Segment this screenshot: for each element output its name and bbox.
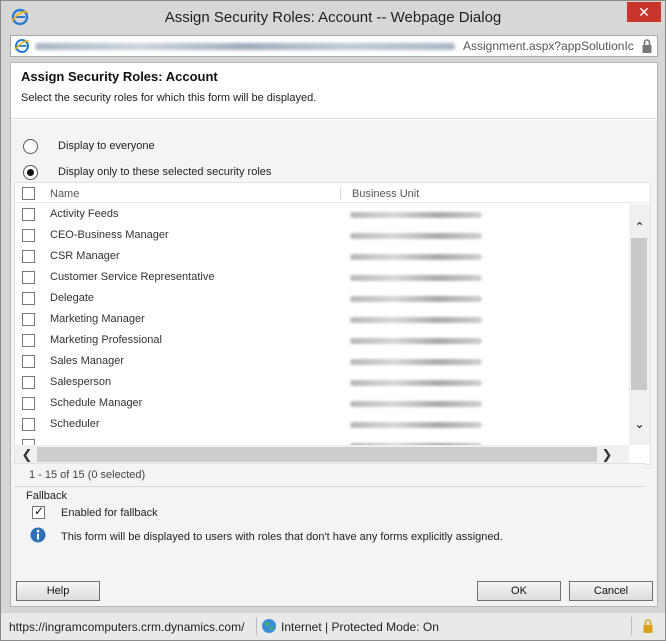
table-row[interactable]: Salesperson <box>15 372 629 393</box>
table-row[interactable]: Schedule Manager <box>15 393 629 414</box>
dialog-window: Assign Security Roles: Account -- Webpag… <box>0 0 666 641</box>
business-unit-blurred <box>350 338 482 344</box>
role-name: CEO-Business Manager <box>50 229 169 241</box>
status-bar: https://ingramcomputers.crm.dynamics.com… <box>1 612 665 640</box>
close-button[interactable]: ✕ <box>627 2 661 22</box>
grid-header: Name Business Unit <box>15 183 650 203</box>
status-lock-icon <box>643 619 653 633</box>
status-host: https://ingramcomputers.crm.dynamics.com… <box>9 620 245 634</box>
table-row[interactable]: Marketing Professional <box>15 330 629 351</box>
scroll-down-icon[interactable]: ⌄ <box>629 415 650 433</box>
grid-footer: 1 - 15 of 15 (0 selected) <box>14 463 645 485</box>
role-name: Marketing Manager <box>50 313 145 325</box>
row-checkbox[interactable] <box>22 250 35 263</box>
ok-button[interactable]: OK <box>477 581 561 601</box>
row-checkbox[interactable] <box>22 292 35 305</box>
business-unit-blurred <box>350 359 482 365</box>
role-name: Delegate <box>50 292 95 304</box>
horizontal-scrollbar[interactable]: ❮ ❯ <box>15 445 629 464</box>
table-row[interactable]: Marketing Manager <box>15 309 629 330</box>
dialog-header: Assign Security Roles: Account Select th… <box>11 63 657 119</box>
table-row[interactable]: Sales Manager <box>15 351 629 372</box>
window-title: Assign Security Roles: Account -- Webpag… <box>164 9 502 26</box>
business-unit-blurred <box>350 296 482 302</box>
select-all-checkbox[interactable] <box>22 187 35 200</box>
business-unit-blurred <box>350 401 482 407</box>
fallback-label[interactable]: Enabled for fallback <box>61 507 158 519</box>
table-row[interactable]: CEO-Business Manager <box>15 225 629 246</box>
row-checkbox[interactable] <box>22 397 35 410</box>
business-unit-blurred <box>350 317 482 323</box>
table-row[interactable]: CSR Manager <box>15 246 629 267</box>
vertical-scroll-thumb[interactable] <box>631 238 647 390</box>
column-separator[interactable] <box>340 186 341 200</box>
row-checkbox[interactable] <box>22 355 35 368</box>
security-zone: Internet | Protected Mode: On <box>281 620 439 634</box>
role-name: Schedule Manager <box>50 397 143 409</box>
dialog-description: Select the security roles for which this… <box>21 92 317 104</box>
globe-icon <box>262 619 276 633</box>
row-checkbox[interactable] <box>22 271 35 284</box>
title-bar: Assign Security Roles: Account -- Webpag… <box>1 1 665 33</box>
business-unit-blurred <box>350 254 482 260</box>
display-everyone-radio[interactable] <box>23 138 38 154</box>
row-checkbox[interactable] <box>22 229 35 242</box>
ie-page-icon <box>14 39 30 53</box>
display-everyone-label[interactable]: Display to everyone <box>58 140 155 152</box>
business-unit-blurred <box>350 212 482 218</box>
fallback-checkbox[interactable] <box>32 504 45 519</box>
horizontal-scroll-thumb[interactable] <box>37 447 597 462</box>
help-button[interactable]: Help <box>16 581 100 601</box>
table-row[interactable]: Customer Service Representative <box>15 267 629 288</box>
address-url: Assignment.aspx?appSolutionIc <box>463 39 634 53</box>
status-separator <box>631 617 632 635</box>
record-count: 1 - 15 of 15 (0 selected) <box>29 469 146 481</box>
display-everyone-option[interactable]: Display to everyone <box>23 137 155 155</box>
status-separator <box>256 617 257 635</box>
table-row[interactable]: Activity Feeds <box>15 204 629 225</box>
roles-grid: Name Business Unit Activity Feeds CEO-Bu… <box>14 182 651 465</box>
display-selected-option[interactable]: Display only to these selected security … <box>23 163 271 181</box>
table-row[interactable]: Delegate <box>15 288 629 309</box>
dialog-title: Assign Security Roles: Account <box>21 69 218 84</box>
cancel-button[interactable]: Cancel <box>569 581 653 601</box>
business-unit-blurred <box>350 422 482 428</box>
role-name: Sales Manager <box>50 355 124 367</box>
scroll-up-icon[interactable]: ⌃ <box>629 218 650 236</box>
role-name: CSR Manager <box>50 250 120 262</box>
row-checkbox[interactable] <box>22 418 35 431</box>
fallback-section: Fallback Enabled for fallback This form … <box>14 486 645 547</box>
business-unit-blurred <box>350 380 482 386</box>
scroll-left-icon[interactable]: ❮ <box>17 445 37 464</box>
column-header-business-unit[interactable]: Business Unit <box>352 188 419 200</box>
vertical-scrollbar[interactable]: ⌃ ⌄ <box>629 204 650 445</box>
role-name: Marketing Professional <box>50 334 162 346</box>
business-unit-blurred <box>350 275 482 281</box>
display-selected-radio[interactable] <box>23 164 38 180</box>
row-checkbox[interactable] <box>22 313 35 326</box>
business-unit-blurred <box>350 233 482 239</box>
display-selected-label[interactable]: Display only to these selected security … <box>58 166 271 178</box>
info-icon <box>30 527 46 543</box>
lock-icon <box>642 39 652 53</box>
role-name: Salesperson <box>50 376 112 388</box>
row-checkbox[interactable] <box>22 334 35 347</box>
role-name: Customer Service Representative <box>50 271 215 283</box>
role-name: Scheduler <box>50 418 100 430</box>
table-row[interactable]: Scheduler <box>15 414 629 435</box>
table-row[interactable] <box>15 435 629 445</box>
row-checkbox[interactable] <box>22 376 35 389</box>
scroll-right-icon[interactable]: ❯ <box>597 445 617 464</box>
column-header-name[interactable]: Name <box>50 188 79 200</box>
role-name: Activity Feeds <box>50 208 119 220</box>
row-checkbox[interactable] <box>22 208 35 221</box>
grid-rows: Activity Feeds CEO-Business Manager CSR … <box>15 204 629 445</box>
address-bar[interactable]: Assignment.aspx?appSolutionIc <box>10 35 658 57</box>
fallback-info-text: This form will be displayed to users wit… <box>61 531 503 543</box>
blurred-url <box>35 43 455 50</box>
fallback-legend: Fallback <box>26 490 67 502</box>
